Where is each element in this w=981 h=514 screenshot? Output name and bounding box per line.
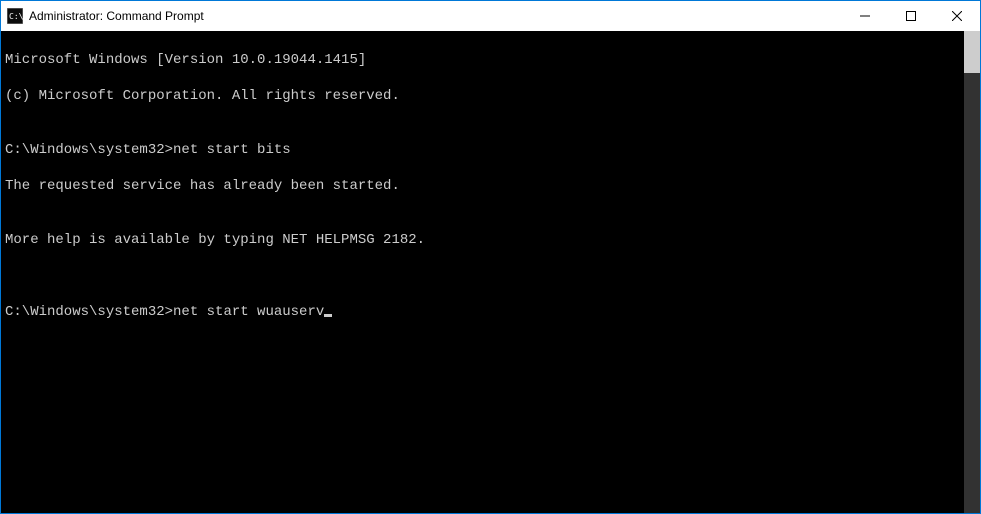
prompt-line: C:\Windows\system32>net start bits	[5, 141, 976, 159]
vertical-scrollbar[interactable]	[964, 31, 980, 513]
cmd-icon: C:\	[7, 8, 23, 24]
prompt-line: C:\Windows\system32>net start wuauserv	[5, 303, 976, 321]
text-cursor	[324, 314, 332, 317]
window-controls	[842, 1, 980, 31]
minimize-button[interactable]	[842, 1, 888, 31]
output-line: (c) Microsoft Corporation. All rights re…	[5, 87, 976, 105]
prompt-path: C:\Windows\system32>	[5, 304, 173, 320]
maximize-button[interactable]	[888, 1, 934, 31]
close-button[interactable]	[934, 1, 980, 31]
output-line: More help is available by typing NET HEL…	[5, 231, 976, 249]
window-title: Administrator: Command Prompt	[29, 9, 842, 23]
console-output: Microsoft Windows [Version 10.0.19044.14…	[5, 33, 976, 511]
command-text: net start wuauserv	[173, 304, 324, 320]
titlebar[interactable]: C:\ Administrator: Command Prompt	[1, 1, 980, 31]
svg-text:C:\: C:\	[9, 12, 23, 21]
command-prompt-window: C:\ Administrator: Command Prompt Micros…	[0, 0, 981, 514]
command-text: net start bits	[173, 142, 291, 158]
console-viewport[interactable]: Microsoft Windows [Version 10.0.19044.14…	[1, 31, 980, 513]
prompt-path: C:\Windows\system32>	[5, 142, 173, 158]
output-line: Microsoft Windows [Version 10.0.19044.14…	[5, 51, 976, 69]
scrollbar-thumb[interactable]	[964, 31, 980, 73]
output-line: The requested service has already been s…	[5, 177, 976, 195]
